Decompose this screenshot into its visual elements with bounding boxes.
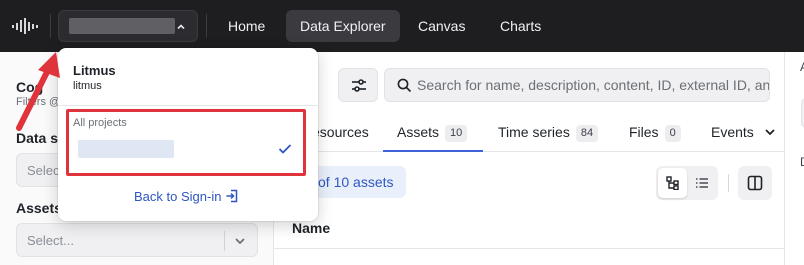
- sign-in-icon: [226, 189, 238, 203]
- tab-resources[interactable]: esources: [312, 124, 369, 140]
- details-panel-edge: A D: [784, 52, 804, 265]
- divider: [728, 174, 729, 192]
- divider: [58, 105, 318, 106]
- organization-name: Litmus: [73, 63, 116, 78]
- search-input[interactable]: [417, 69, 769, 101]
- assets-select[interactable]: Select...: [16, 223, 258, 257]
- tab-label: Events: [711, 124, 754, 140]
- view-mode-toggle: [656, 166, 718, 200]
- search-icon: [397, 78, 412, 93]
- project-selector[interactable]: [58, 10, 198, 42]
- divider: [206, 14, 207, 38]
- list-view-icon: [696, 178, 708, 188]
- select-divider: [224, 231, 225, 251]
- chevron-up-icon: [177, 24, 185, 30]
- cognite-logo-icon[interactable]: [12, 16, 38, 36]
- tab-time-series[interactable]: Time series 84: [498, 124, 599, 142]
- assets-placeholder: Select...: [27, 233, 74, 248]
- panel-letter: A: [800, 60, 804, 74]
- tab-events[interactable]: Events: [711, 124, 776, 140]
- tab-label: Assets: [397, 124, 440, 140]
- back-to-sign-in-link[interactable]: Back to Sign-in: [134, 189, 239, 204]
- tab-label: esources: [312, 124, 369, 140]
- divider: [50, 14, 51, 38]
- sidebar-title: Cog: [16, 79, 44, 95]
- column-header-name[interactable]: Name: [292, 220, 330, 236]
- tab-assets[interactable]: Assets 10: [397, 124, 468, 142]
- list-view-button[interactable]: [687, 168, 716, 198]
- data-set-placeholder: Selec: [27, 163, 60, 178]
- chevron-down-icon[interactable]: [764, 126, 776, 138]
- back-label: Back to Sign-in: [134, 189, 222, 204]
- annotation-highlight-box: [66, 109, 306, 176]
- count-badge: 84: [575, 125, 599, 142]
- assets-label: Assets: [16, 200, 62, 216]
- search-bar: [384, 68, 770, 102]
- tree-view-icon: [666, 176, 679, 190]
- sidebar-subtitle: Filters @: [16, 96, 61, 108]
- nav-canvas[interactable]: Canvas: [404, 10, 479, 42]
- nav-data-explorer[interactable]: Data Explorer: [286, 10, 400, 42]
- tab-label: Time series: [498, 124, 570, 140]
- project-name-redacted: [69, 18, 175, 34]
- tab-files[interactable]: Files 0: [629, 124, 681, 142]
- count-badge: 0: [664, 125, 681, 142]
- sliders-icon: [352, 79, 366, 92]
- tab-label: Files: [629, 124, 659, 140]
- split-panel-icon: [747, 175, 763, 191]
- panel-letter: D: [800, 155, 804, 169]
- count-badge: 10: [445, 125, 468, 142]
- nav-charts[interactable]: Charts: [486, 10, 555, 42]
- active-tab-indicator: [383, 150, 483, 152]
- result-count: of 10 assets: [318, 174, 394, 190]
- chevron-down-icon[interactable]: [233, 234, 247, 248]
- tree-view-button[interactable]: [658, 168, 687, 198]
- filter-toggle-button[interactable]: [338, 68, 378, 102]
- organization-id: litmus: [73, 80, 102, 92]
- toggle-panel-button[interactable]: [738, 166, 772, 200]
- table-row-divider: [274, 248, 784, 249]
- top-navigation-bar: Home Data Explorer Canvas Charts: [0, 0, 804, 52]
- resource-tabs: esources Assets 10 Time series 84 Files 0 E…: [274, 114, 784, 152]
- nav-home[interactable]: Home: [214, 10, 279, 42]
